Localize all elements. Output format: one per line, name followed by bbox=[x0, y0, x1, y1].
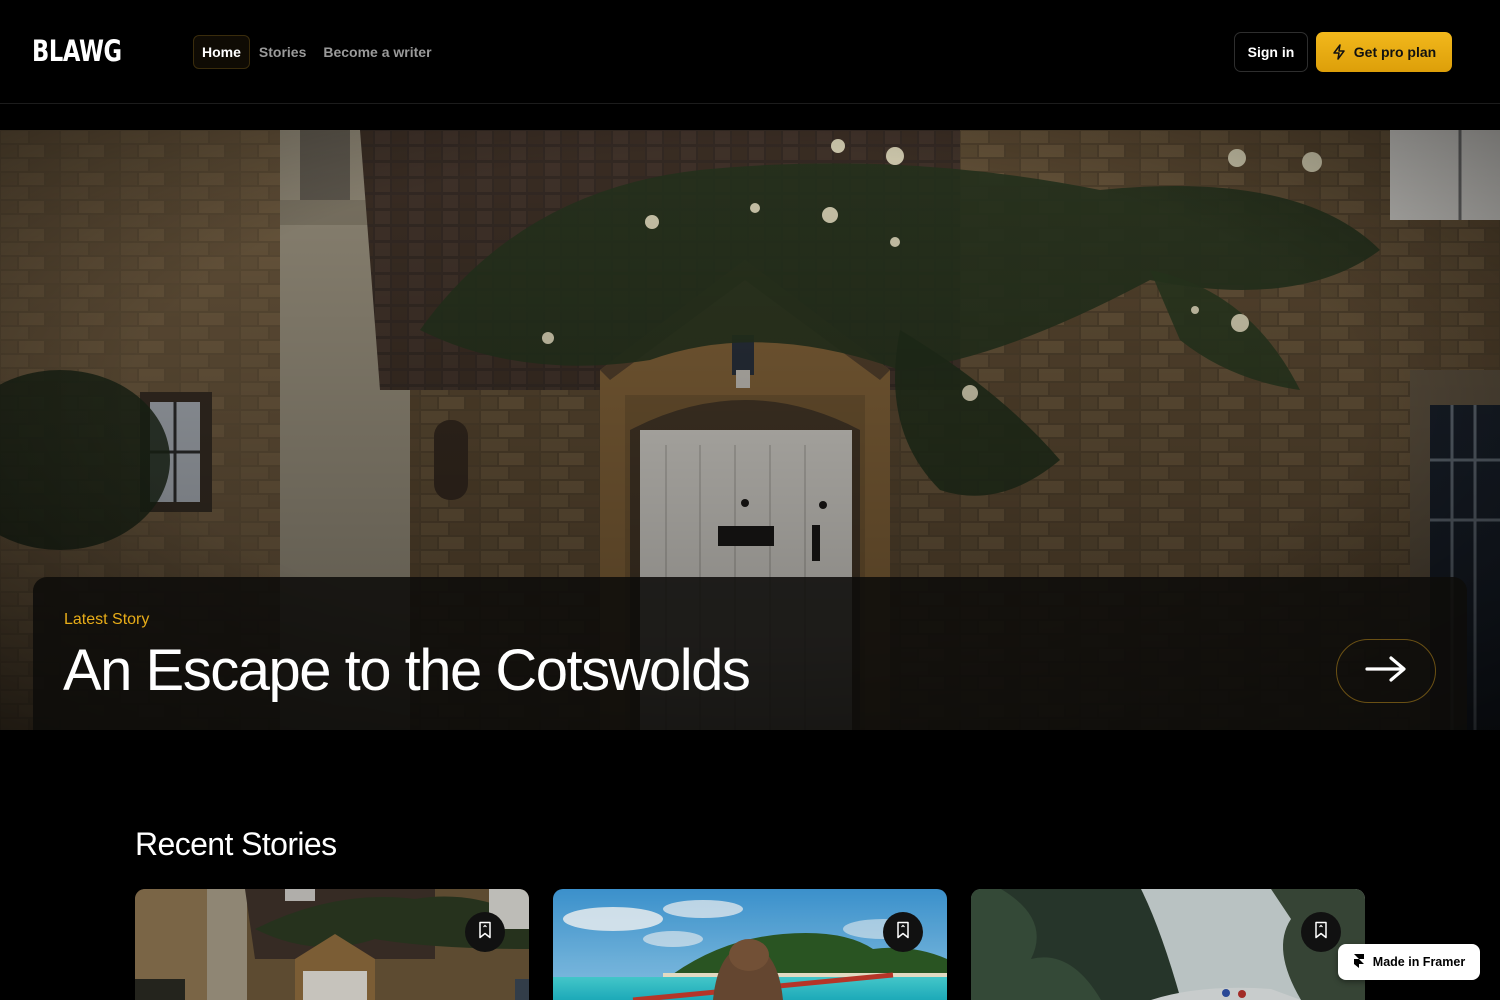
nav-item-become-writer[interactable]: Become a writer bbox=[315, 35, 439, 69]
lightning-icon bbox=[1332, 44, 1346, 60]
bookmark-icon bbox=[895, 921, 911, 944]
nav-item-stories[interactable]: Stories bbox=[251, 35, 314, 69]
framer-icon bbox=[1353, 953, 1365, 972]
latest-story-tag: Latest Story bbox=[64, 611, 150, 628]
sign-in-button[interactable]: Sign in bbox=[1234, 32, 1308, 72]
site-header: BLAWG Home Stories Become a writer Sign … bbox=[0, 0, 1500, 104]
latest-story-card[interactable]: Latest Story An Escape to the Cotswolds bbox=[33, 577, 1467, 730]
story-card[interactable] bbox=[971, 889, 1365, 1000]
bookmark-button[interactable] bbox=[465, 912, 505, 952]
hero-latest-story[interactable]: Latest Story An Escape to the Cotswolds bbox=[0, 130, 1500, 730]
read-story-button[interactable] bbox=[1336, 639, 1436, 703]
main-nav: Home Stories Become a writer bbox=[193, 35, 441, 69]
bookmark-icon bbox=[1313, 921, 1329, 944]
bookmark-button[interactable] bbox=[1301, 912, 1341, 952]
bookmark-button[interactable] bbox=[883, 912, 923, 952]
story-card[interactable] bbox=[553, 889, 947, 1000]
get-pro-plan-button[interactable]: Get pro plan bbox=[1316, 32, 1452, 72]
story-card[interactable] bbox=[135, 889, 529, 1000]
get-pro-plan-label: Get pro plan bbox=[1353, 44, 1437, 60]
recent-stories-heading: Recent Stories bbox=[135, 826, 337, 862]
logo[interactable]: BLAWG bbox=[32, 33, 122, 69]
nav-item-home[interactable]: Home bbox=[193, 35, 250, 69]
made-in-framer-label: Made in Framer bbox=[1372, 955, 1466, 969]
latest-story-title[interactable]: An Escape to the Cotswolds bbox=[63, 637, 751, 704]
bookmark-icon bbox=[477, 921, 493, 944]
made-in-framer-badge[interactable]: Made in Framer bbox=[1338, 944, 1480, 980]
arrow-right-icon bbox=[1364, 655, 1408, 688]
